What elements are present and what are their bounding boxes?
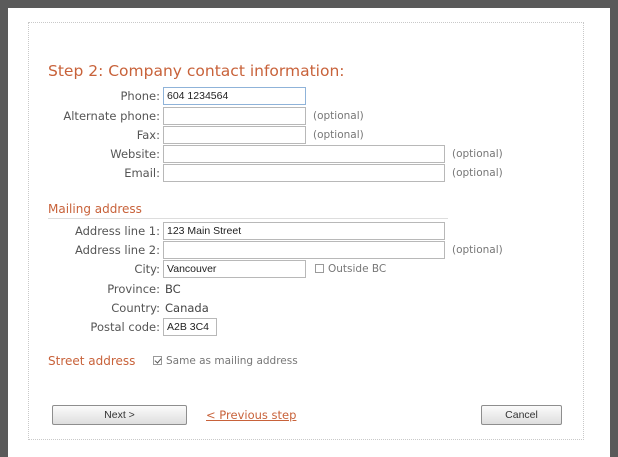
outside-bc-label: Outside BC xyxy=(328,263,387,275)
same-as-mailing-label: Same as mailing address xyxy=(166,355,298,367)
alt-phone-input[interactable] xyxy=(163,107,306,125)
province-label: Province: xyxy=(107,282,160,296)
alt-phone-label: Alternate phone: xyxy=(63,109,160,123)
mailing-address-heading: Mailing address xyxy=(48,202,142,216)
email-label: Email: xyxy=(124,166,160,180)
email-optional-note: (optional) xyxy=(452,167,503,179)
province-value: BC xyxy=(165,282,181,296)
city-label: City: xyxy=(134,262,160,276)
previous-step-link[interactable]: < Previous step xyxy=(206,408,296,422)
email-input[interactable] xyxy=(163,164,445,182)
fax-input[interactable] xyxy=(163,126,306,144)
cancel-button[interactable]: Cancel xyxy=(481,405,562,425)
step-title: Step 2: Company contact information: xyxy=(48,62,345,80)
address-line2-input[interactable] xyxy=(163,241,445,259)
postal-code-label: Postal code: xyxy=(90,320,160,334)
website-optional-note: (optional) xyxy=(452,148,503,160)
alt-phone-optional-note: (optional) xyxy=(313,110,364,122)
phone-label: Phone: xyxy=(120,89,161,103)
address-line1-label: Address line 1: xyxy=(74,224,160,238)
address-line1-input[interactable]: 123 Main Street xyxy=(163,222,445,240)
website-label: Website: xyxy=(110,147,160,161)
fax-optional-note: (optional) xyxy=(313,129,364,141)
same-as-mailing-checkbox[interactable] xyxy=(153,356,162,365)
street-address-heading: Street address xyxy=(48,354,136,368)
website-input[interactable] xyxy=(163,145,445,163)
outside-bc-checkbox[interactable] xyxy=(315,264,324,273)
phone-input[interactable]: 604 1234564 xyxy=(163,87,306,105)
country-label: Country: xyxy=(111,301,160,315)
fax-label: Fax: xyxy=(136,128,160,142)
next-button[interactable]: Next > xyxy=(52,405,187,425)
section-divider xyxy=(48,218,448,219)
country-value: Canada xyxy=(165,301,209,315)
address-line2-optional-note: (optional) xyxy=(452,244,503,256)
address-line2-label: Address line 2: xyxy=(74,243,160,257)
postal-code-input[interactable]: A2B 3C4 xyxy=(163,318,217,336)
city-input[interactable]: Vancouver xyxy=(163,260,306,278)
